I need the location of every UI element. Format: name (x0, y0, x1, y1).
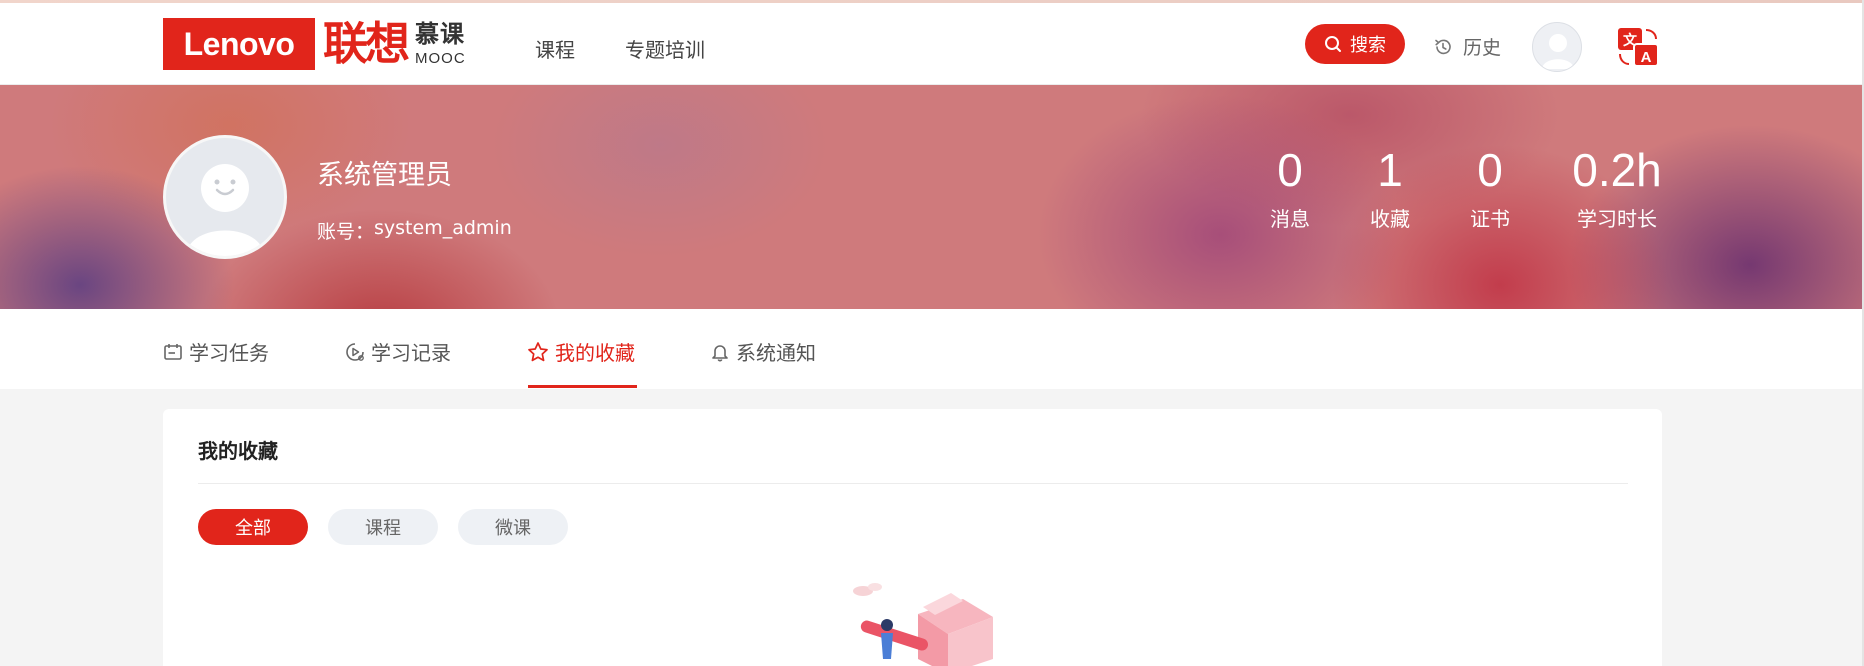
tab-label: 系统通知 (736, 341, 816, 365)
top-header: Lenovo 联想 慕课 MOOC 课程 专题培训 搜索 历史 文 A (0, 3, 1862, 85)
tab-label: 学习记录 (371, 341, 451, 365)
tab-my-favorites[interactable]: 我的收藏 (527, 337, 635, 366)
account-line: 账号： system_admin (317, 217, 512, 244)
stat-study-time[interactable]: 0.2h 学习时长 (1557, 143, 1677, 232)
profile-tabs: 学习任务 学习记录 我的收藏 系统通知 (0, 309, 1862, 389)
filter-courses[interactable]: 课程 (328, 509, 438, 545)
empty-state-illustration (823, 579, 1013, 666)
site-logo[interactable]: Lenovo 联想 慕课 MOOC (163, 18, 466, 70)
logo-brand: Lenovo (163, 18, 315, 70)
filter-micro-courses[interactable]: 微课 (458, 509, 568, 545)
stat-value: 0 (1477, 144, 1503, 196)
logo-mooc: 慕课 MOOC (415, 22, 466, 66)
stat-certificates[interactable]: 0 证书 (1430, 143, 1550, 232)
logo-mooc-en: MOOC (415, 50, 466, 67)
stat-value: 0.2h (1572, 144, 1662, 196)
svg-text:A: A (1641, 49, 1652, 66)
logo-cn-text: 联想 (323, 17, 410, 70)
history-icon (1435, 39, 1451, 54)
profile-avatar (163, 135, 287, 259)
user-avatar[interactable] (1532, 22, 1582, 72)
stat-label: 证书 (1470, 207, 1510, 231)
bell-icon (712, 344, 728, 361)
history-label: 历史 (1463, 37, 1502, 59)
star-icon (528, 341, 548, 361)
tab-label: 我的收藏 (555, 341, 635, 365)
filter-all[interactable]: 全部 (198, 509, 308, 545)
avatar-icon (1542, 34, 1574, 69)
tab-study-tasks[interactable]: 学习任务 (163, 337, 269, 366)
tab-study-records[interactable]: 学习记录 (345, 337, 451, 366)
profile-banner: 系统管理员 账号： system_admin 0 消息 1 收藏 0 证书 0.… (0, 85, 1862, 309)
tab-system-notices[interactable]: 系统通知 (710, 337, 816, 366)
translate-icon: 文 A (1618, 28, 1659, 67)
avatar-icon (186, 164, 264, 256)
card-divider (198, 483, 1628, 484)
nav-special-training[interactable]: 专题培训 (625, 34, 705, 63)
language-switch-button[interactable]: 文 A (1616, 26, 1660, 68)
nav-courses[interactable]: 课程 (535, 34, 575, 63)
history-button[interactable]: 历史 (1433, 33, 1501, 60)
search-icon (1325, 36, 1341, 52)
logo-mooc-cn: 慕课 (415, 20, 466, 48)
user-name: 系统管理员 (317, 160, 452, 191)
tab-label: 学习任务 (189, 341, 269, 365)
stat-label: 学习时长 (1577, 207, 1657, 231)
search-label: 搜索 (1350, 35, 1386, 56)
favorites-card: 我的收藏 全部 课程 微课 (163, 409, 1662, 666)
account-label: 账号： (317, 221, 375, 243)
calendar-icon (164, 343, 182, 360)
active-tab-indicator (528, 385, 637, 388)
search-button[interactable]: 搜索 (1305, 24, 1405, 64)
record-icon (346, 342, 364, 361)
account-value: system_admin (374, 217, 512, 239)
card-title: 我的收藏 (198, 439, 278, 463)
